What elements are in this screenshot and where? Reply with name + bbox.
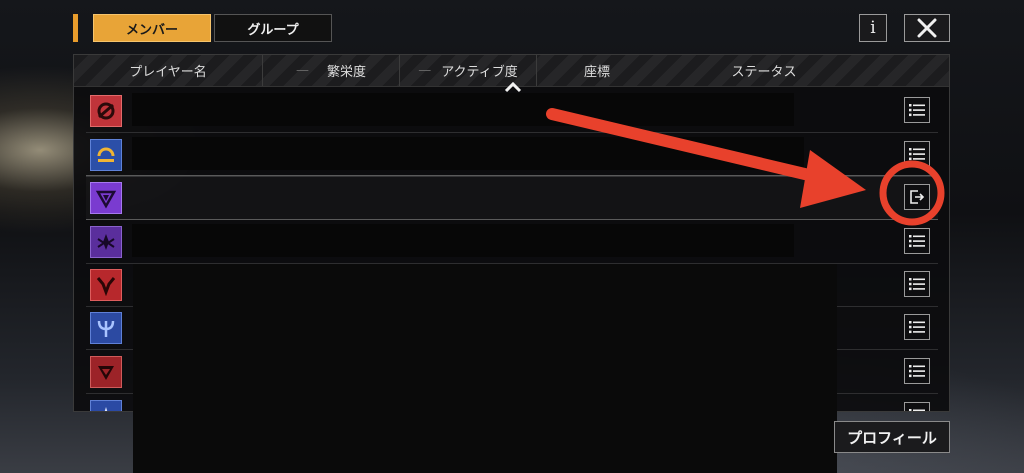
faction-emblem-red-horns-icon [96, 277, 116, 296]
member-menu-button[interactable] [904, 402, 930, 411]
avatar [90, 356, 122, 388]
member-menu-button[interactable] [904, 271, 930, 297]
tab-groups[interactable]: グループ [214, 14, 332, 42]
table-row-self[interactable] [86, 175, 938, 220]
avatar [90, 400, 122, 411]
member-menu-button[interactable] [904, 314, 930, 340]
avatar [90, 95, 122, 127]
table-row[interactable] [86, 220, 938, 264]
exit-icon [910, 190, 925, 204]
info-button[interactable]: i [859, 14, 887, 42]
column-header-prosperity[interactable]: — 繁栄度 [263, 55, 399, 86]
close-button[interactable] [904, 14, 950, 42]
redacted-player-info [132, 93, 794, 126]
tab-accent-strip [73, 14, 78, 42]
avatar [90, 312, 122, 344]
member-menu-button[interactable] [904, 97, 930, 123]
faction-emblem-blue-spire-icon [104, 407, 108, 411]
list-menu-icon [909, 365, 925, 378]
list-menu-icon [909, 321, 925, 334]
avatar [90, 182, 122, 214]
avatar [90, 226, 122, 258]
avatar [90, 139, 122, 171]
member-menu-button[interactable] [904, 141, 930, 167]
faction-emblem-purple-winged-icon [97, 234, 115, 250]
table-row[interactable] [86, 89, 938, 133]
column-header-player-name[interactable]: プレイヤー名 [74, 55, 262, 86]
redacted-region [133, 264, 837, 473]
avatar [90, 269, 122, 301]
list-menu-icon [909, 104, 925, 117]
close-icon [917, 18, 937, 38]
list-menu-icon [909, 148, 925, 161]
column-header-status[interactable]: ステータス [694, 55, 834, 86]
faction-emblem-red-swirl-icon [97, 102, 115, 120]
column-header-coordinates[interactable]: 座標 [537, 55, 657, 86]
faction-emblem-blue-trident-icon [97, 320, 115, 337]
list-menu-icon [909, 278, 925, 291]
table-row[interactable] [86, 133, 938, 177]
redacted-player-info [132, 137, 804, 170]
redacted-player-info [132, 224, 794, 257]
leave-button[interactable] [904, 184, 930, 210]
member-menu-button[interactable] [904, 228, 930, 254]
list-menu-icon [909, 235, 925, 248]
faction-emblem-blue-ring-icon [97, 147, 115, 162]
list-menu-icon [909, 409, 925, 411]
profile-button[interactable]: プロフィール [834, 421, 950, 453]
info-icon: i [870, 18, 876, 38]
tab-members[interactable]: メンバー [93, 14, 211, 42]
member-menu-button[interactable] [904, 358, 930, 384]
faction-emblem-red-chevron-icon [98, 366, 114, 380]
faction-emblem-purple-triangle-icon [95, 190, 117, 209]
